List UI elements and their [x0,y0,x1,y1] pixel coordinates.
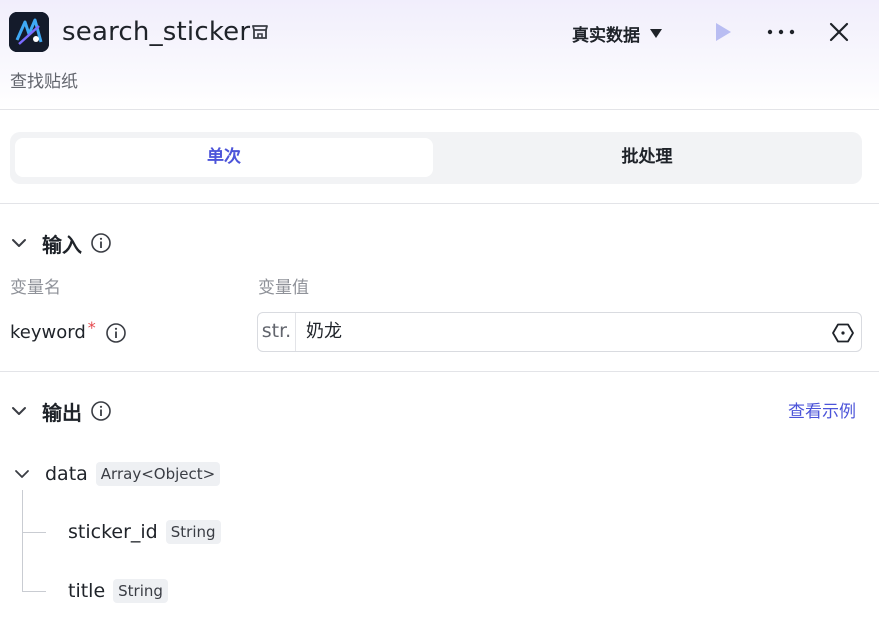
info-icon[interactable] [90,232,112,254]
plugin-title: search_sticker [62,17,251,47]
chevron-down-icon[interactable] [12,464,32,484]
tree-node-sticker-id: sticker_id String [68,518,221,546]
tab-single[interactable]: 单次 [15,138,433,177]
type-badge: String [113,579,168,603]
caret-down-icon [650,28,662,38]
type-badge: Array<Object> [95,462,221,486]
input-section-header[interactable]: 输入 [10,228,112,258]
field-keyword-label: keyword * [10,318,127,346]
tree-node-name: sticker_id [68,521,158,543]
keyword-input[interactable]: str. 奶龙 [257,312,862,352]
output-section-title: 输出 [42,400,82,425]
divider [0,371,879,372]
tree-node-title: title String [68,577,168,605]
divider [0,203,879,204]
tree-connector [22,490,23,592]
store-tag-icon[interactable] [250,22,270,42]
close-icon[interactable] [826,19,852,45]
play-icon[interactable] [709,18,737,46]
tab-batch[interactable]: 批处理 [437,138,857,177]
input-section-title: 输入 [42,232,82,257]
plugin-description: 查找贴纸 [10,72,78,92]
field-name: keyword [10,322,86,343]
run-mode-tabs: 单次 批处理 [10,132,862,184]
variable-value-column-label: 变量值 [258,278,309,298]
required-mark: * [87,318,96,337]
tree-node-name: title [68,580,106,602]
panel-header: search_sticker 查找贴纸 真实数据 [0,0,879,110]
data-mode-select[interactable]: 真实数据 [572,20,662,46]
app-logo-icon [9,12,49,52]
data-mode-label: 真实数据 [572,25,640,46]
keyword-value[interactable]: 奶龙 [306,320,342,344]
output-section-header[interactable]: 输出 [10,396,112,426]
type-badge: String [165,520,221,544]
info-icon[interactable] [105,322,127,344]
chevron-down-icon[interactable] [10,402,28,420]
view-example-link[interactable]: 查看示例 [788,400,856,424]
tree-connector [22,591,46,592]
tree-connector [22,532,46,533]
variable-name-column-label: 变量名 [10,278,61,298]
tree-node-name: data [45,463,88,485]
chevron-down-icon[interactable] [10,234,28,252]
variable-reference-icon[interactable] [831,321,855,345]
info-icon[interactable] [90,400,112,422]
tree-node-data[interactable]: data Array<Object> [12,460,221,488]
type-prefix-str: str. [258,313,296,351]
more-horizontal-icon[interactable] [763,18,799,46]
